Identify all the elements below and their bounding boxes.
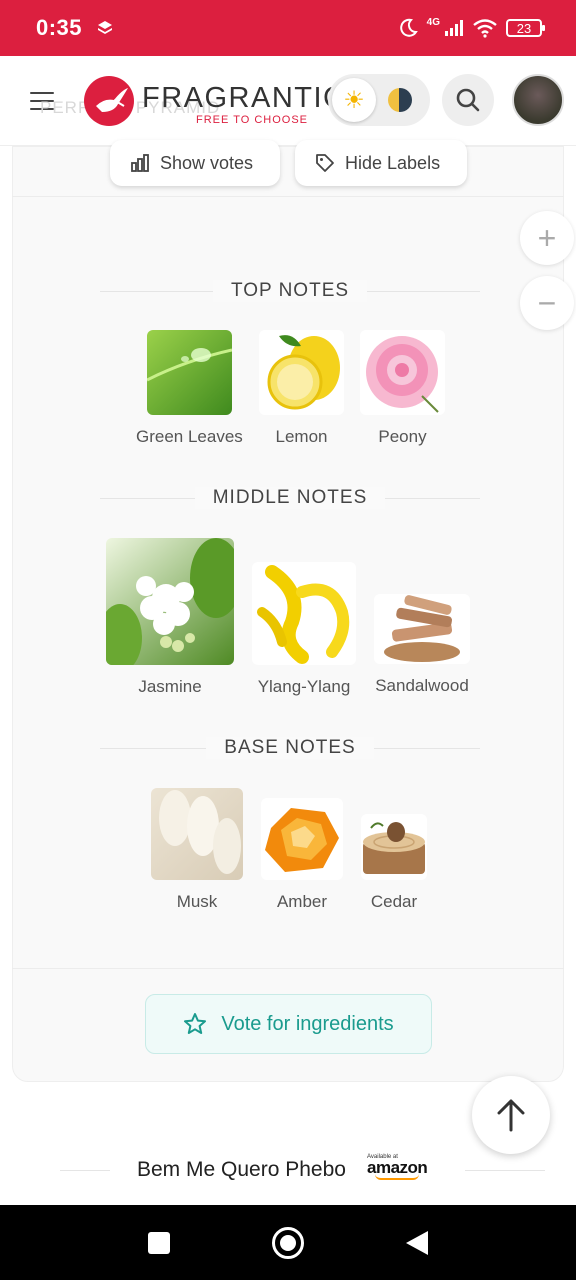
top-notes-header: TOP NOTES xyxy=(100,279,480,303)
base-notes-header: BASE NOTES xyxy=(100,736,480,760)
arrow-up-icon xyxy=(497,1099,525,1132)
scroll-to-top-button[interactable] xyxy=(472,1076,550,1154)
green-leaves-image xyxy=(146,330,232,415)
peony-image xyxy=(360,330,445,415)
note-label: Lemon xyxy=(275,427,328,446)
brand-tagline: FREE TO CHOOSE xyxy=(196,114,309,126)
site-header: PERFUME PYRAMID FRAGRANTICA FREE TO CHOO… xyxy=(0,56,576,146)
note-green-leaves[interactable]: Green Leaves xyxy=(136,330,243,447)
note-jasmine[interactable]: Jasmine xyxy=(106,538,234,697)
do-not-disturb-moon-icon xyxy=(399,18,418,37)
section-title: BASE NOTES xyxy=(206,737,374,759)
bar-chart-icon xyxy=(131,154,149,172)
cell-signal-icon xyxy=(445,20,463,36)
moon-icon[interactable] xyxy=(388,88,412,112)
note-label: Peony xyxy=(378,427,427,446)
show-votes-button[interactable]: Show votes xyxy=(110,140,280,186)
hide-labels-label: Hide Labels xyxy=(345,152,441,173)
hide-labels-button[interactable]: Hide Labels xyxy=(295,140,467,186)
status-time: 0:35 xyxy=(36,15,83,40)
user-avatar[interactable] xyxy=(512,74,564,126)
zoom-out-button[interactable]: − xyxy=(520,276,574,330)
vote-button-label: Vote for ingredients xyxy=(221,1012,394,1035)
amazon-badge[interactable]: Available at amazon xyxy=(367,1154,431,1186)
tag-icon xyxy=(316,154,334,172)
note-label: Musk xyxy=(176,892,218,911)
network-type: 4G xyxy=(426,16,440,28)
note-cedar[interactable]: Cedar xyxy=(361,814,427,912)
musk-image xyxy=(151,788,243,880)
vote-for-ingredients-button[interactable]: Vote for ingredients xyxy=(145,994,432,1054)
product-name[interactable]: Bem Me Quero Phebo xyxy=(137,1158,346,1182)
note-label: Ylang-Ylang xyxy=(257,677,351,696)
battery-icon: 23 xyxy=(506,19,545,37)
note-label: Amber xyxy=(276,892,328,911)
section-title: MIDDLE NOTES xyxy=(194,487,386,509)
plus-icon: + xyxy=(537,219,557,256)
middle-notes-header: MIDDLE NOTES xyxy=(100,486,480,510)
status-bar: 0:35 4G 23 xyxy=(0,0,576,56)
note-sandalwood[interactable]: Sandalwood xyxy=(374,594,470,696)
amber-image xyxy=(261,798,343,880)
sun-icon[interactable]: ☀ xyxy=(332,78,376,122)
minus-icon: − xyxy=(537,284,557,321)
search-icon xyxy=(456,88,480,112)
lemon-image xyxy=(259,330,344,415)
amazon-logo: amazon xyxy=(367,1158,428,1177)
show-votes-label: Show votes xyxy=(160,152,254,173)
product-strip: Bem Me Quero Phebo Available at amazon xyxy=(60,1150,560,1190)
jasmine-image xyxy=(106,538,234,665)
layers-icon xyxy=(98,21,113,34)
hummingbird-logo-icon[interactable] xyxy=(84,76,134,126)
note-label: Jasmine xyxy=(138,677,202,696)
divider xyxy=(12,968,564,969)
home-icon[interactable] xyxy=(272,1227,304,1259)
back-icon[interactable] xyxy=(406,1231,428,1255)
note-label: Green Leaves xyxy=(136,427,243,446)
cedar-image xyxy=(361,814,427,880)
zoom-in-button[interactable]: + xyxy=(520,211,574,265)
ylang-ylang-image xyxy=(252,562,356,665)
note-lemon[interactable]: Lemon xyxy=(259,330,344,447)
note-ylang-ylang[interactable]: Ylang-Ylang xyxy=(252,562,356,697)
battery-level: 23 xyxy=(516,20,532,36)
star-icon xyxy=(184,1013,207,1034)
note-label: Cedar xyxy=(370,892,418,911)
divider xyxy=(12,196,564,197)
system-navigation-bar xyxy=(0,1205,576,1280)
theme-toggle[interactable]: ☀ xyxy=(328,74,430,126)
wifi-icon xyxy=(473,19,497,38)
note-musk[interactable]: Musk xyxy=(151,788,243,912)
search-button[interactable] xyxy=(442,74,494,126)
section-title: TOP NOTES xyxy=(212,280,368,302)
sandalwood-image xyxy=(374,594,470,664)
note-peony[interactable]: Peony xyxy=(360,330,445,447)
note-amber[interactable]: Amber xyxy=(261,798,343,912)
note-label: Sandalwood xyxy=(375,676,469,695)
recents-icon[interactable] xyxy=(148,1232,170,1254)
